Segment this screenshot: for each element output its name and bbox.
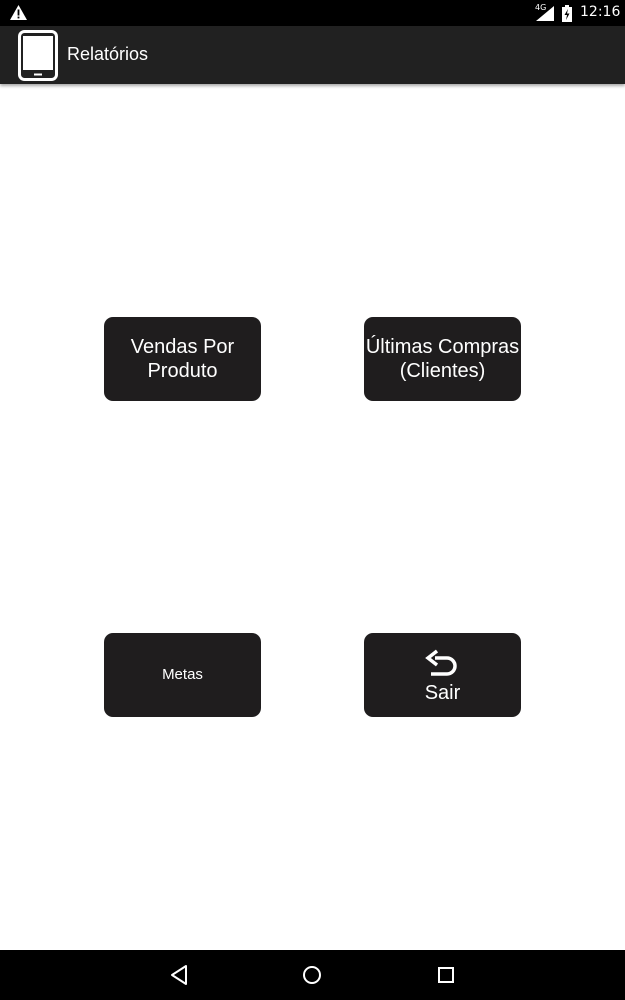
tablet-icon (18, 30, 58, 81)
home-icon[interactable] (300, 963, 324, 987)
vendas-por-produto-label: Vendas Por Produto (130, 336, 235, 382)
undo-icon (424, 649, 457, 676)
battery-charging-icon (562, 5, 572, 22)
status-clock: 12:16 (580, 4, 621, 20)
warning-icon (10, 5, 27, 20)
sair-button[interactable]: Sair (364, 633, 521, 717)
recent-apps-icon[interactable] (434, 963, 458, 987)
status-bar: 4G 12:16 (0, 0, 625, 26)
navigation-bar (0, 950, 625, 1000)
back-icon[interactable] (167, 963, 191, 987)
page-title: Relatórios (67, 44, 149, 64)
metas-label: Metas (162, 666, 203, 683)
reports-screen: 4G 12:16 Relatórios Vendas Por Produto Ú… (0, 0, 625, 1000)
metas-button[interactable]: Metas (104, 633, 261, 717)
action-bar: Relatórios (0, 26, 625, 84)
sair-label: Sair (424, 682, 461, 704)
ultimas-compras-button[interactable]: Últimas Compras (Clientes) (364, 317, 521, 401)
signal-icon (536, 6, 554, 21)
vendas-por-produto-button[interactable]: Vendas Por Produto (104, 317, 261, 401)
ultimas-compras-label: Últimas Compras (Clientes) (365, 336, 520, 382)
